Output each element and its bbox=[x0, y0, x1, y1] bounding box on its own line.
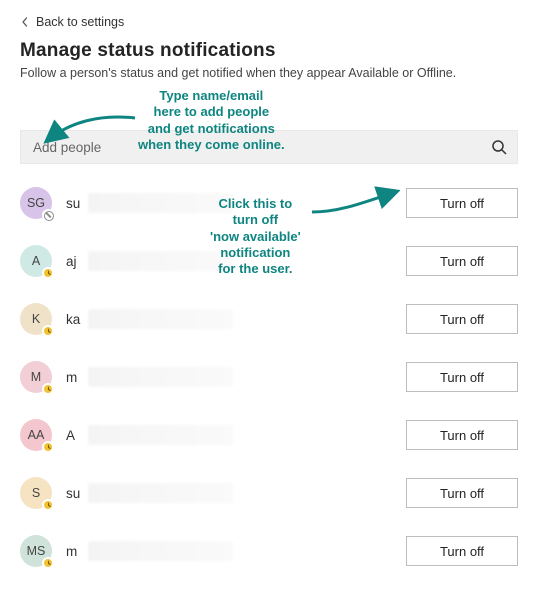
turn-off-button[interactable]: Turn off bbox=[406, 304, 518, 334]
person-name-redacted bbox=[88, 251, 233, 271]
presence-away-icon bbox=[42, 557, 54, 569]
back-link-label: Back to settings bbox=[36, 15, 124, 29]
presence-away-icon bbox=[42, 325, 54, 337]
person-name-redacted bbox=[88, 367, 233, 387]
person-row: Mm Turn off bbox=[20, 360, 518, 394]
person-name-prefix: su bbox=[66, 196, 82, 211]
person-name-redacted bbox=[88, 309, 233, 329]
person-row: Ssu Turn off bbox=[20, 476, 518, 510]
presence-offline-icon bbox=[42, 209, 54, 221]
avatar: A bbox=[20, 245, 52, 277]
turn-off-button[interactable]: Turn off bbox=[406, 536, 518, 566]
person-row: AAATurn off bbox=[20, 418, 518, 452]
turn-off-button[interactable]: Turn off bbox=[406, 362, 518, 392]
back-to-settings-link[interactable]: Back to settings bbox=[20, 15, 124, 29]
avatar: MS bbox=[20, 535, 52, 567]
add-people-input[interactable] bbox=[31, 139, 491, 156]
person-row: SG su Turn off bbox=[20, 186, 518, 220]
avatar: AA bbox=[20, 419, 52, 451]
person-name-redacted bbox=[88, 483, 233, 503]
turn-off-button[interactable]: Turn off bbox=[406, 188, 518, 218]
person-row: Aaj Turn off bbox=[20, 244, 518, 278]
people-list: SG su Turn off Aaj Turn off Kka Turn off Mm Turn… bbox=[20, 186, 518, 568]
presence-away-icon bbox=[42, 441, 54, 453]
person-name-prefix: m bbox=[66, 544, 82, 559]
person-name-prefix: ka bbox=[66, 312, 82, 327]
person-name-redacted bbox=[88, 541, 233, 561]
chevron-left-icon bbox=[20, 17, 30, 27]
page-title: Manage status notifications bbox=[20, 40, 518, 62]
avatar: SG bbox=[20, 187, 52, 219]
page-subtitle: Follow a person's status and get notifie… bbox=[20, 66, 518, 80]
presence-away-icon bbox=[42, 499, 54, 511]
person-row: MS m Turn off bbox=[20, 534, 518, 568]
turn-off-button[interactable]: Turn off bbox=[406, 246, 518, 276]
person-name-prefix: A bbox=[66, 428, 82, 443]
avatar: S bbox=[20, 477, 52, 509]
person-name-prefix: su bbox=[66, 486, 82, 501]
add-people-field[interactable] bbox=[20, 130, 518, 164]
presence-away-icon bbox=[42, 383, 54, 395]
person-name-redacted bbox=[88, 425, 233, 445]
person-name-prefix: aj bbox=[66, 254, 82, 269]
avatar: K bbox=[20, 303, 52, 335]
person-name-prefix: m bbox=[66, 370, 82, 385]
turn-off-button[interactable]: Turn off bbox=[406, 420, 518, 450]
avatar: M bbox=[20, 361, 52, 393]
person-row: Kka Turn off bbox=[20, 302, 518, 336]
person-name-redacted bbox=[88, 193, 233, 213]
search-icon bbox=[491, 139, 507, 155]
presence-away-icon bbox=[42, 267, 54, 279]
turn-off-button[interactable]: Turn off bbox=[406, 478, 518, 508]
